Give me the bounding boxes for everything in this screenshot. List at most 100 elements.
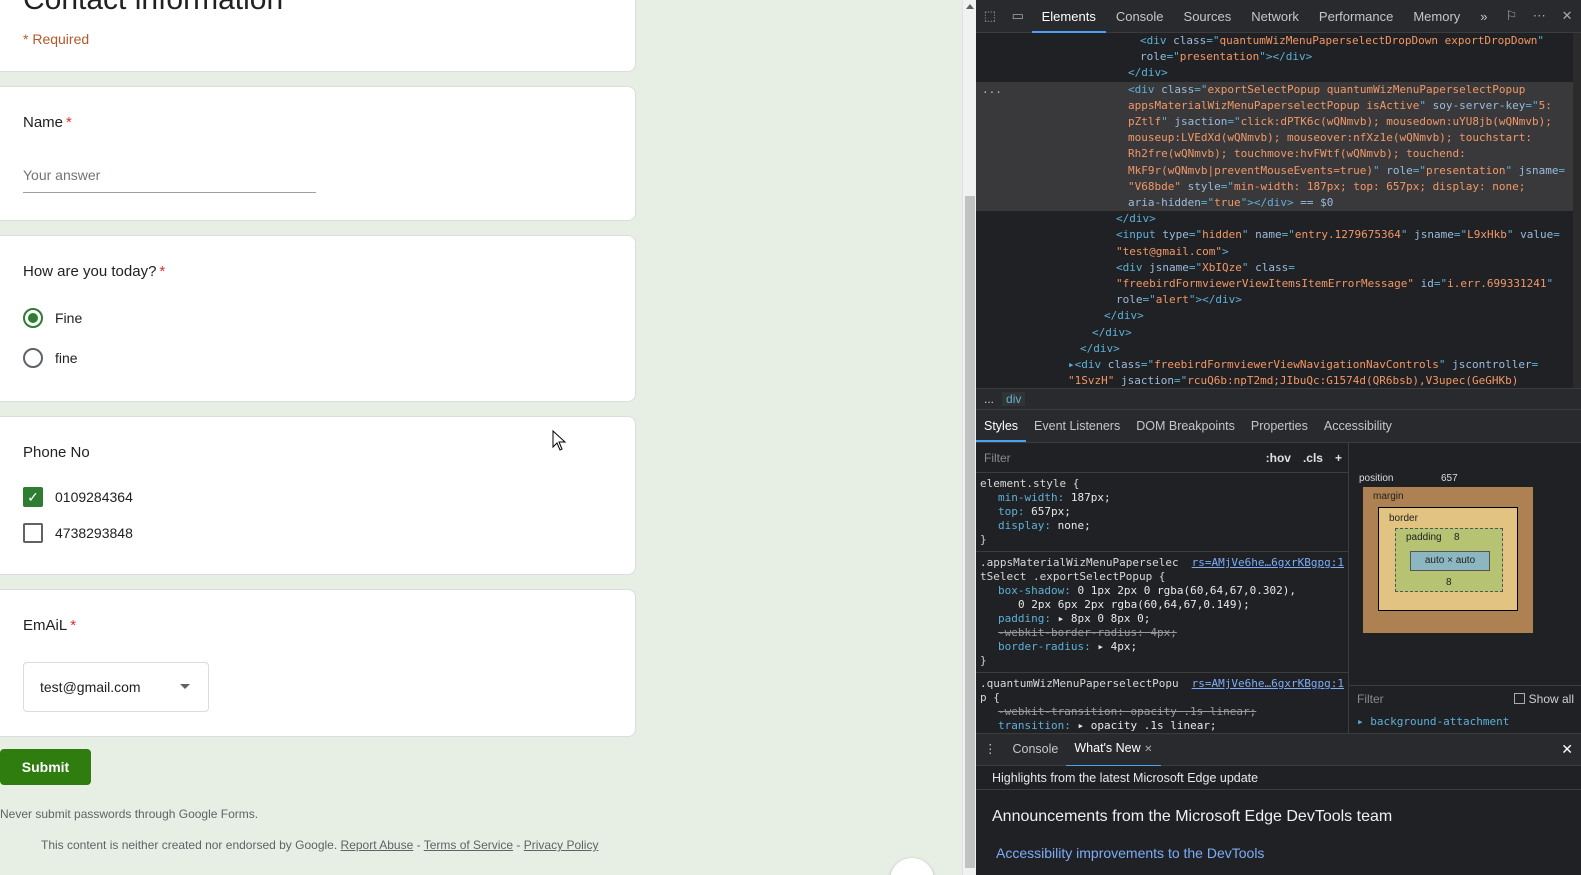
property-value[interactable]: 0 1px 2px 0 rgba(60,64,67,0.302), <box>1077 584 1296 597</box>
checkbox-option-2[interactable]: 4738293848 <box>23 523 133 543</box>
box-content[interactable]: auto × auto <box>1410 551 1490 571</box>
style-property[interactable]: -webkit-border-radius: 4px; <box>980 626 1344 640</box>
box-margin[interactable]: margin border padding 8 auto × auto 8 <box>1363 487 1533 633</box>
radio-unchecked-icon[interactable] <box>23 348 43 368</box>
show-all-checkbox-icon[interactable] <box>1513 693 1525 704</box>
cls-button[interactable]: .cls <box>1297 451 1329 465</box>
style-property[interactable]: -webkit-transition: opacity .1s linear; <box>980 705 1344 719</box>
style-property[interactable]: display: none; <box>980 519 1344 533</box>
dom-line[interactable]: </div> <box>976 65 1581 81</box>
property-value[interactable]: 0 2px 6px 2px rgba(60,64,67,0.149); <box>1018 598 1250 611</box>
dom-line[interactable]: <div jsname="XbIQze" class= <box>976 260 1581 276</box>
drawer-tab-console[interactable]: Console <box>1005 734 1067 765</box>
checkbox-checked-icon[interactable]: ✓ <box>23 487 43 507</box>
tab-event-listeners[interactable]: Event Listeners <box>1026 410 1128 442</box>
style-property[interactable]: box-shadow: 0 1px 2px 0 rgba(60,64,67,0.… <box>980 584 1344 598</box>
dom-line[interactable]: role="presentation"></div> <box>976 49 1581 65</box>
dom-line[interactable]: appsMaterialWizMenuPaperselectPopup isAc… <box>976 97 1581 115</box>
dom-tree[interactable]: <div class="quantumWizMenuPaperselectDro… <box>976 33 1581 388</box>
property-name[interactable]: -webkit-transition: <box>998 705 1130 718</box>
tab-sources[interactable]: Sources <box>1174 0 1242 33</box>
show-all-toggle[interactable]: Show all <box>1513 692 1574 706</box>
style-property[interactable]: padding: ▸ 8px 0 8px 0; <box>980 612 1344 626</box>
dom-line[interactable]: "test@gmail.com"> <box>976 244 1581 260</box>
style-rule[interactable]: rs=AMjVe6he…6gxrKBgpg:1 .appsMaterialWizM… <box>976 552 1348 673</box>
computed-property[interactable]: ▸ background-attachment <box>1357 715 1509 728</box>
more-options-icon[interactable]: ⋯ <box>1525 8 1553 24</box>
radio-option-fine-lower[interactable]: fine <box>23 348 78 368</box>
checkbox-option-1[interactable]: ✓ 0109284364 <box>23 487 133 507</box>
computed-filter-input[interactable]: Filter <box>1357 692 1384 706</box>
property-name[interactable]: top: <box>998 505 1031 518</box>
style-rule[interactable]: element.style {min-width: 187px; top: 657… <box>976 473 1348 552</box>
privacy-link[interactable]: Privacy Policy <box>524 838 599 852</box>
breadcrumb-div[interactable]: div <box>1002 392 1026 406</box>
page-scrollbar-thumb[interactable] <box>965 196 975 868</box>
more-tabs-icon[interactable]: » <box>1470 0 1497 33</box>
property-name[interactable]: box-shadow: <box>998 584 1077 597</box>
close-tab-icon[interactable]: ✕ <box>1144 744 1152 755</box>
dom-line[interactable]: aria-hidden="true"></div> == $0 <box>976 195 1581 212</box>
device-toolbar-icon[interactable]: ▭ <box>1004 8 1032 24</box>
property-value[interactable]: none; <box>1058 519 1091 532</box>
scroll-up-arrow-icon[interactable] <box>966 4 974 9</box>
drawer-more-icon[interactable]: ⋮ <box>976 734 1005 765</box>
property-value[interactable]: ▸ 4px; <box>1097 640 1137 653</box>
tab-accessibility[interactable]: Accessibility <box>1316 410 1400 442</box>
dom-line[interactable]: </div> <box>976 211 1581 227</box>
dom-line[interactable]: mouseup:LVEdXd(wQNmvb); mouseover:nfXz1e… <box>976 130 1581 147</box>
style-property[interactable]: border-radius: ▸ 4px; <box>980 640 1344 654</box>
property-value[interactable]: 4px; <box>1150 626 1177 639</box>
dom-line[interactable]: pZtlf" jsaction="click:dPTK6c(wQNmvb); m… <box>976 114 1581 131</box>
checkbox-unchecked-icon[interactable] <box>23 523 43 543</box>
property-name[interactable]: border-radius: <box>998 640 1097 653</box>
box-border[interactable]: border padding 8 auto × auto 8 <box>1378 507 1518 611</box>
radio-option-fine-upper[interactable]: Fine <box>23 308 82 328</box>
property-value[interactable]: 657px; <box>1031 505 1071 518</box>
dom-line[interactable]: </div> <box>976 325 1581 341</box>
accessibility-improvements-link[interactable]: Accessibility improvements to the DevToo… <box>996 845 1264 861</box>
dom-line[interactable]: MkF9r(wQNmvb|preventMouseEvents=true)" r… <box>976 162 1581 179</box>
report-abuse-link[interactable]: Report Abuse <box>341 838 414 852</box>
rule-source-link[interactable]: rs=AMjVe6he…6gxrKBgpg:1 <box>1192 677 1344 691</box>
dom-ellipsis[interactable]: ... <box>982 83 1002 96</box>
new-rule-button[interactable]: + <box>1329 451 1348 465</box>
dom-line[interactable]: </div> <box>976 308 1581 324</box>
property-name[interactable]: display: <box>998 519 1058 532</box>
dom-line[interactable]: "1SvzH" jsaction="rcuQ6b:npT2md;JIbuQc:G… <box>976 373 1581 388</box>
page-scrollbar[interactable] <box>962 0 976 875</box>
tab-properties[interactable]: Properties <box>1243 410 1316 442</box>
tab-console[interactable]: Console <box>1106 0 1174 33</box>
tab-performance[interactable]: Performance <box>1309 0 1403 33</box>
style-property[interactable]: min-width: 187px; <box>980 491 1344 505</box>
property-value[interactable]: ▸ 8px 0 8px 0; <box>1058 612 1151 625</box>
dom-line[interactable]: <input type="hidden" name="entry.1279675… <box>976 227 1581 243</box>
style-property[interactable]: 0 2px 6px 2px rgba(60,64,67,0.149); <box>980 598 1344 612</box>
property-name[interactable]: min-width: <box>998 491 1071 504</box>
tab-network[interactable]: Network <box>1241 0 1309 33</box>
radio-checked-icon[interactable] <box>23 308 43 328</box>
property-value[interactable]: 187px; <box>1071 491 1111 504</box>
style-property[interactable]: top: 657px; <box>980 505 1344 519</box>
name-input[interactable]: Your answer <box>23 167 316 193</box>
property-name[interactable]: transition: <box>998 719 1077 732</box>
close-devtools-icon[interactable]: ✕ <box>1553 8 1581 24</box>
breadcrumb-ellipsis[interactable]: ... <box>984 392 994 406</box>
dom-line[interactable]: role="alert"></div> <box>976 292 1581 308</box>
terms-link[interactable]: Terms of Service <box>424 838 513 852</box>
inspect-element-icon[interactable]: ⬚ <box>976 8 1004 24</box>
close-drawer-icon[interactable]: ✕ <box>1561 741 1573 758</box>
tab-dom-breakpoints[interactable]: DOM Breakpoints <box>1128 410 1243 442</box>
email-dropdown[interactable]: test@gmail.com <box>23 662 209 712</box>
property-name[interactable]: padding: <box>998 612 1058 625</box>
property-value[interactable]: ▸ opacity .1s linear; <box>1077 719 1216 732</box>
rule-selector[interactable]: element.style { <box>980 477 1344 491</box>
property-name[interactable]: -webkit-border-radius: <box>998 626 1150 639</box>
drawer-tab-whats-new[interactable]: What's New ✕ <box>1066 733 1161 767</box>
dom-line[interactable]: "V68bde" style="min-width: 187px; top: 6… <box>976 178 1581 196</box>
style-rule[interactable]: rs=AMjVe6he…6gxrKBgpg:1 .quantumWizMenuPa… <box>976 673 1348 733</box>
tab-memory[interactable]: Memory <box>1403 0 1470 33</box>
floating-help-button[interactable] <box>890 858 934 875</box>
dom-line[interactable]: Rh2fre(wQNmvb); touchmove:hvFWtf(wQNmvb)… <box>976 146 1581 163</box>
rule-source-link[interactable]: rs=AMjVe6he…6gxrKBgpg:1 <box>1192 556 1344 570</box>
